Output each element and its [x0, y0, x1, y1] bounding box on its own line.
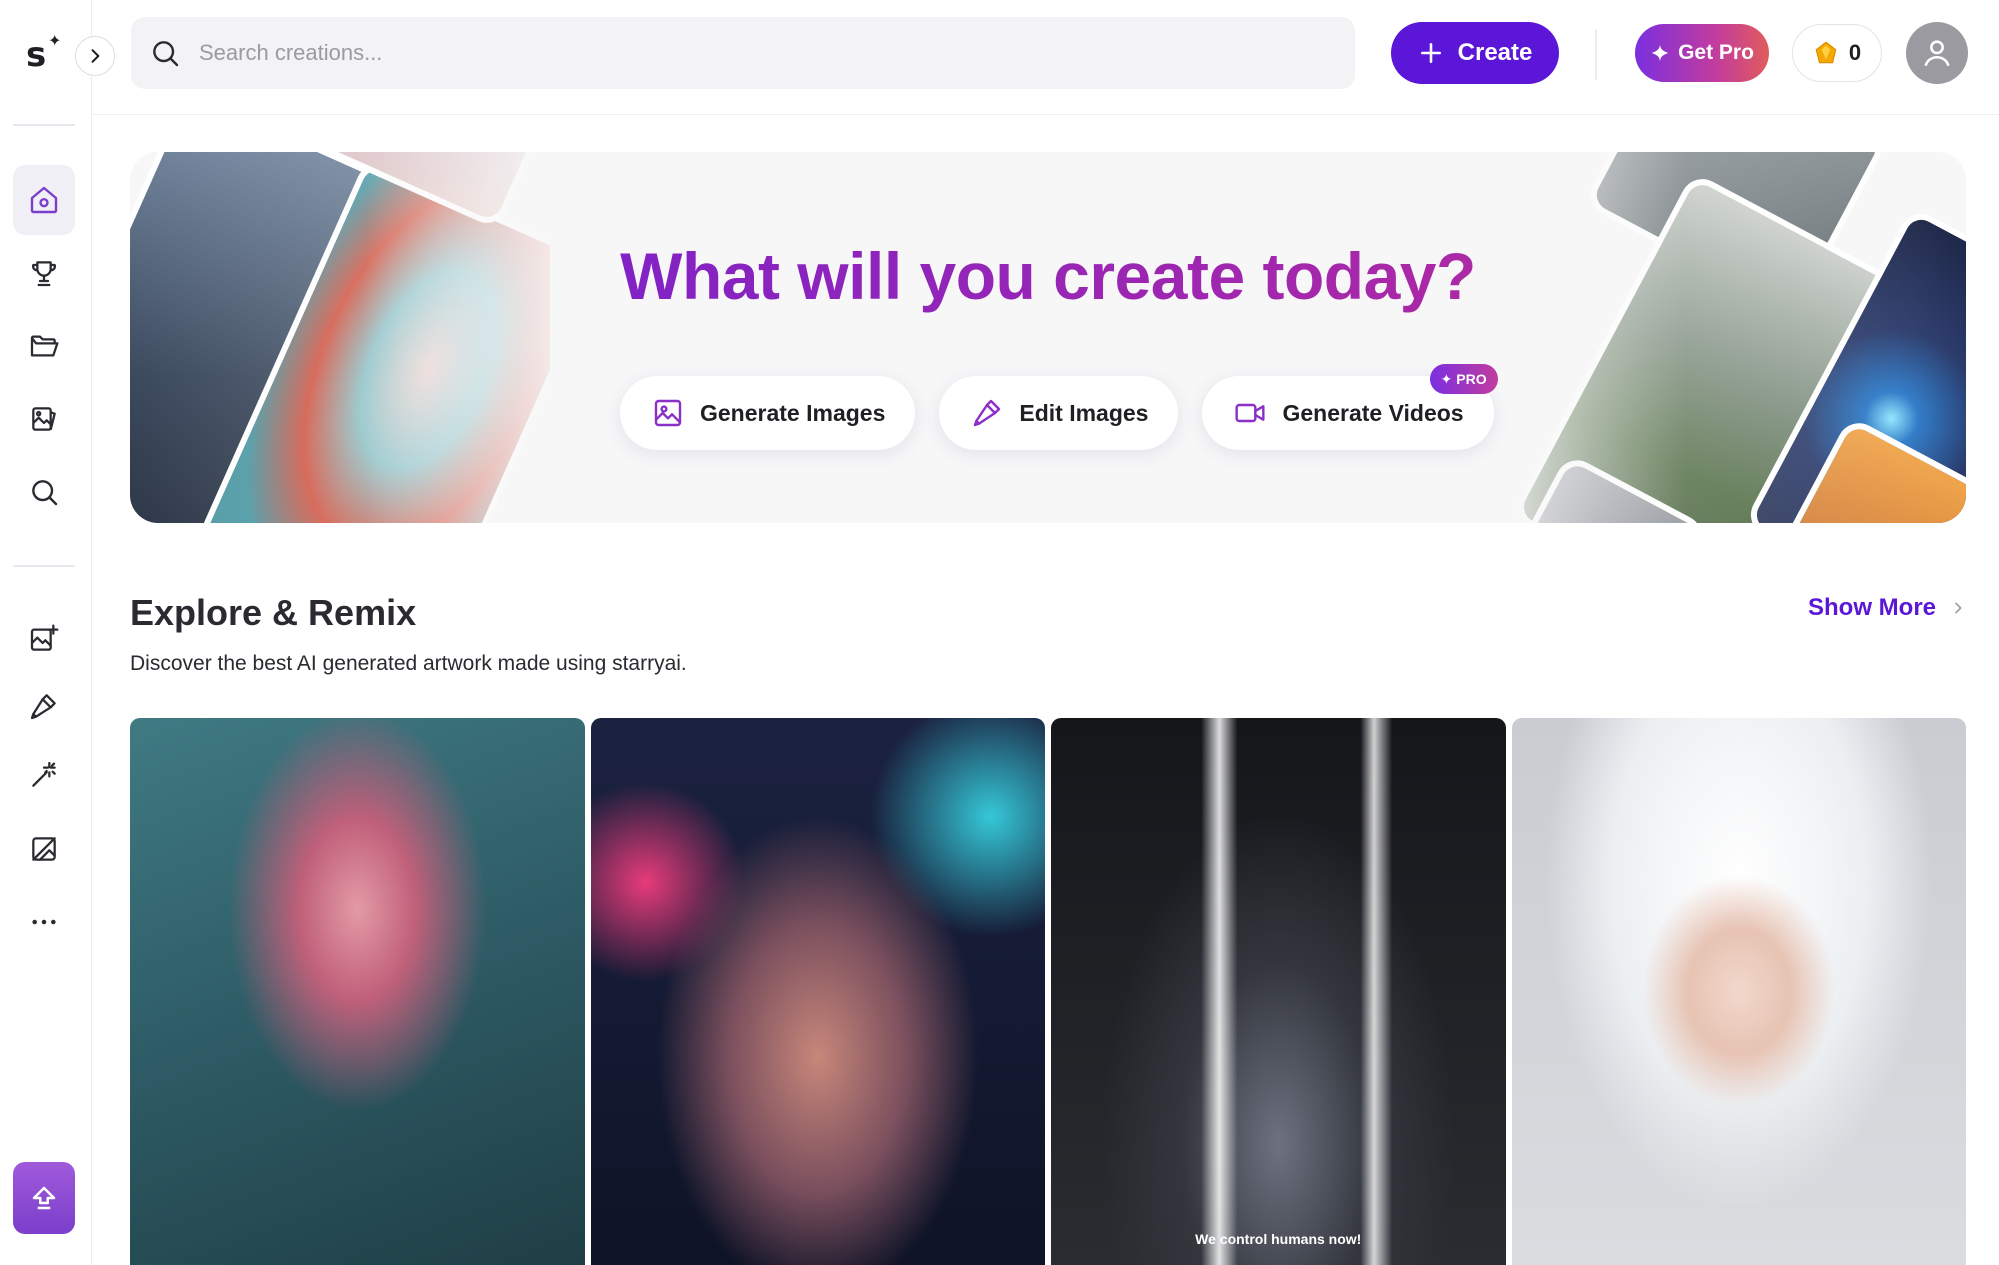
upgrade-button[interactable] [13, 1162, 75, 1234]
plus-icon [1420, 43, 1441, 63]
logo-letter: s [26, 35, 47, 75]
user-avatar[interactable] [1906, 22, 1968, 84]
magic-wand-icon [32, 761, 56, 787]
create-button[interactable]: Create [1391, 22, 1559, 84]
show-more-label: Show More [1808, 594, 1937, 621]
pro-badge: ✦ PRO [1429, 364, 1498, 394]
pro-badge-label: PRO [1456, 371, 1487, 387]
generate-videos-button[interactable]: Generate Videos ✦ PRO [1202, 364, 1498, 450]
show-more-link[interactable]: Show More [1808, 594, 1966, 622]
search-input[interactable] [199, 40, 1299, 66]
sidebar-item-more[interactable] [13, 887, 75, 957]
brush-icon [30, 694, 56, 720]
create-button-label: Create [1457, 39, 1533, 66]
artwork-card[interactable] [130, 718, 585, 1265]
hero-fade-right [1406, 152, 1966, 523]
image-icon [654, 399, 682, 427]
artwork-caption: We control humans now! [1195, 1231, 1362, 1247]
sidebar-item-home[interactable] [13, 165, 75, 235]
hero-fade-left [130, 152, 650, 523]
sidebar-item-folder[interactable] [13, 311, 75, 381]
sidebar-item-gallery[interactable] [13, 384, 75, 454]
generate-videos-label: Generate Videos [1282, 399, 1464, 426]
search-bar[interactable] [131, 17, 1355, 89]
artwork-card[interactable] [1511, 718, 1966, 1265]
image-off-icon [32, 837, 56, 861]
top-bar: Create Get Pro 0 [93, 0, 1999, 115]
brush-icon [974, 399, 1001, 427]
hero-banner: What will you create today? Generate Ima… [130, 152, 1966, 523]
hero-actions: Generate Images Edit Images Generate Vid… [620, 364, 1498, 450]
folder-open-icon [30, 335, 59, 357]
sidebar-toggle-button[interactable] [75, 36, 115, 76]
chevron-right-icon [1955, 602, 1962, 614]
edit-images-button[interactable]: Edit Images [939, 376, 1179, 450]
explore-title: Explore & Remix [130, 592, 417, 633]
sparkle-icon [1651, 44, 1669, 62]
ellipsis-icon [32, 919, 56, 925]
logo-spark-icon: ✦ [48, 31, 62, 50]
artwork-card[interactable] [590, 718, 1045, 1265]
hero-title: What will you create today? [130, 238, 1966, 314]
generate-images-label: Generate Images [700, 399, 886, 426]
sidebar-divider [13, 124, 75, 126]
explore-gallery: We control humans now! [130, 718, 1966, 1265]
video-icon [1235, 403, 1266, 423]
sidebar-item-generate[interactable] [13, 604, 75, 674]
chevron-right-icon [91, 49, 100, 63]
edit-images-label: Edit Images [1019, 399, 1149, 426]
pro-badge-sparkle-icon: ✦ [1440, 370, 1453, 387]
sidebar: s ✦ [0, 0, 92, 1265]
trophy-icon [31, 261, 57, 287]
gem-icon [1815, 41, 1837, 64]
sidebar-item-trophy[interactable] [13, 238, 75, 308]
sidebar-divider [13, 565, 75, 567]
app-root: s ✦ Search creations... Create Get Pro 0… [0, 0, 1999, 1265]
user-icon [1924, 40, 1950, 67]
search-icon [153, 41, 179, 67]
image-plus-icon [30, 624, 59, 651]
get-pro-label: Get Pro [1678, 41, 1754, 64]
search-icon [32, 480, 58, 506]
sidebar-item-search[interactable] [13, 457, 75, 527]
artwork-card[interactable]: We control humans now! [1051, 718, 1506, 1265]
sidebar-item-remove[interactable] [13, 814, 75, 884]
generate-images-button[interactable]: Generate Images [620, 376, 916, 450]
home-icon [30, 186, 58, 214]
image-stack-icon [32, 407, 56, 431]
header-divider [1595, 30, 1597, 80]
credits-count: 0 [1848, 40, 1862, 65]
sidebar-item-edit[interactable] [13, 671, 75, 741]
explore-subtitle: Discover the best AI generated artwork m… [130, 652, 687, 675]
upgrade-arrow-icon [32, 1186, 56, 1210]
credits-badge[interactable]: 0 [1792, 24, 1882, 82]
get-pro-button[interactable]: Get Pro [1635, 24, 1769, 82]
app-logo[interactable]: s ✦ [26, 31, 66, 76]
sidebar-item-magic[interactable] [13, 740, 75, 810]
